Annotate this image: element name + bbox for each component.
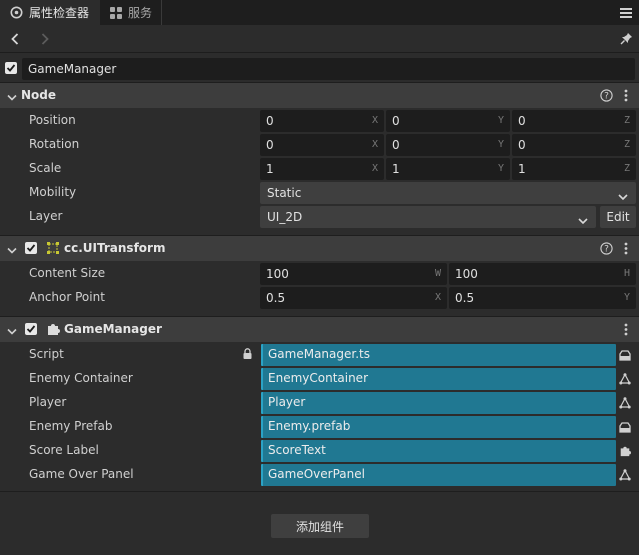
layer-label: Layer: [29, 209, 63, 223]
menu-icon[interactable]: [619, 6, 633, 20]
svg-text:?: ?: [604, 245, 609, 255]
enemy-container-label: Enemy Container: [29, 371, 133, 385]
inspector-icon: [10, 6, 23, 19]
back-icon[interactable]: [8, 32, 22, 46]
score-label-label: Score Label: [29, 443, 99, 457]
navigation-bar: [0, 25, 639, 53]
node-section-header[interactable]: Node ?: [0, 82, 639, 108]
anchor-point-x-input[interactable]: 0.5 X: [260, 287, 447, 309]
scale-z-input[interactable]: 1Z: [512, 158, 636, 180]
forward-icon[interactable]: [38, 32, 52, 46]
game-over-panel-node-field[interactable]: GameOverPanel: [261, 464, 616, 486]
mobility-select[interactable]: Static: [260, 182, 636, 204]
tab-inspector[interactable]: 属性检查器: [0, 0, 100, 25]
add-component-button[interactable]: 添加组件: [271, 514, 369, 538]
layer-edit-button[interactable]: Edit: [600, 206, 636, 228]
uitransform-enabled-checkbox[interactable]: [25, 242, 37, 254]
node-pick-icon[interactable]: [618, 372, 632, 386]
tab-inspector-label: 属性检查器: [29, 6, 90, 20]
collapse-chevron-icon[interactable]: [7, 91, 17, 105]
section-title: Node: [21, 88, 57, 102]
scale-y-input[interactable]: 1Y: [386, 158, 510, 180]
scale-label: Scale: [29, 161, 62, 175]
enemy-prefab-asset-field[interactable]: Enemy.prefab: [261, 416, 616, 438]
anchor-point-label: Anchor Point: [29, 290, 105, 304]
content-size-label: Content Size: [29, 266, 106, 280]
svg-text:?: ?: [604, 92, 609, 102]
rotation-z-input[interactable]: 0Z: [512, 134, 636, 156]
node-name-input[interactable]: GameManager: [22, 58, 635, 80]
pin-icon[interactable]: [619, 31, 633, 45]
more-options-icon[interactable]: [624, 323, 628, 339]
node-name-bar: GameManager: [0, 54, 639, 82]
score-label-component-field[interactable]: ScoreText: [261, 440, 616, 462]
more-options-icon[interactable]: [624, 89, 628, 105]
tab-bar: 属性检查器 服务: [0, 0, 639, 25]
position-y-input[interactable]: 0Y: [386, 110, 510, 132]
scale-x-input[interactable]: 1X: [260, 158, 384, 180]
player-node-field[interactable]: Player: [261, 392, 616, 414]
chevron-down-icon: [618, 190, 628, 204]
section-title: cc.UITransform: [64, 241, 166, 255]
enemy-prefab-label: Enemy Prefab: [29, 419, 113, 433]
rotation-y-input[interactable]: 0Y: [386, 134, 510, 156]
component-pick-icon[interactable]: [618, 444, 632, 458]
more-options-icon[interactable]: [624, 242, 628, 258]
position-label: Position: [29, 113, 76, 127]
script-label: Script: [29, 347, 64, 361]
help-icon[interactable]: ?: [600, 89, 613, 105]
tab-services-label: 服务: [128, 6, 153, 20]
node-pick-icon[interactable]: [618, 396, 632, 410]
node-pick-icon[interactable]: [618, 468, 632, 482]
anchor-point-y-input[interactable]: 0.5 Y: [449, 287, 636, 309]
uitransform-section-header[interactable]: cc.UITransform ?: [0, 235, 639, 261]
content-size-height-input[interactable]: 100 H: [449, 263, 636, 285]
collapse-chevron-icon[interactable]: [7, 325, 17, 339]
position-x-input[interactable]: 0X: [260, 110, 384, 132]
services-icon: [110, 6, 122, 19]
layer-select[interactable]: UI_2D: [260, 206, 596, 228]
gamemanager-section-header[interactable]: GameManager: [0, 316, 639, 342]
script-asset-field[interactable]: GameManager.ts: [261, 344, 616, 366]
lock-icon: [243, 348, 252, 362]
player-label: Player: [29, 395, 67, 409]
gamemanager-enabled-checkbox[interactable]: [25, 323, 37, 335]
collapse-chevron-icon[interactable]: [7, 244, 17, 258]
divider: [0, 491, 639, 492]
chevron-down-icon: [578, 214, 588, 228]
tab-services[interactable]: 服务: [100, 0, 162, 25]
puzzle-piece-icon: [46, 322, 60, 339]
asset-browse-icon[interactable]: [618, 348, 632, 362]
asset-browse-icon[interactable]: [618, 420, 632, 434]
rotation-label: Rotation: [29, 137, 80, 151]
mobility-label: Mobility: [29, 185, 77, 199]
help-icon[interactable]: ?: [600, 242, 613, 258]
enemy-container-node-field[interactable]: EnemyContainer: [261, 368, 616, 390]
content-size-width-input[interactable]: 100 W: [260, 263, 447, 285]
game-over-panel-label: Game Over Panel: [29, 467, 134, 481]
section-title: GameManager: [64, 322, 162, 336]
uitransform-icon: [46, 241, 60, 258]
rotation-x-input[interactable]: 0X: [260, 134, 384, 156]
node-active-checkbox[interactable]: [5, 62, 17, 74]
position-z-input[interactable]: 0Z: [512, 110, 636, 132]
